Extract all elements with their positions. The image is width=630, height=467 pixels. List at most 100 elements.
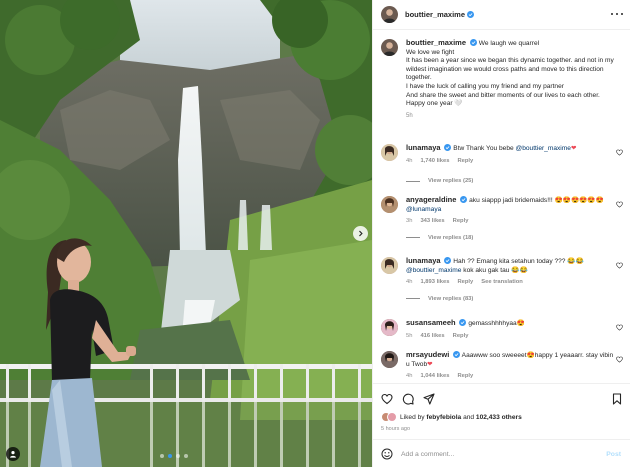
comment-likes[interactable]: 416 likes	[420, 332, 444, 341]
share-button[interactable]	[423, 392, 435, 405]
carousel-dot	[184, 454, 188, 458]
like-button[interactable]	[381, 392, 393, 405]
comment-text: Btw Thank You bebe	[453, 145, 516, 152]
bookmark-icon	[612, 393, 622, 405]
reply-button[interactable]: Reply	[453, 217, 469, 226]
liked-by-user[interactable]: febyfebiola	[426, 414, 461, 421]
liked-by-prefix: Liked by	[400, 413, 427, 421]
comment-time: 3h	[406, 218, 413, 225]
comment-text: gemasshhhhyaa😍	[468, 320, 525, 327]
caption-line: It has been a year since we began this d…	[406, 57, 614, 82]
comment-username[interactable]: mrsayudewi	[406, 350, 449, 359]
comments-list[interactable]: bouttier_maxime We laugh we quarrel We l…	[373, 31, 630, 383]
liked-by-and: and	[463, 413, 475, 421]
add-comment-input[interactable]: Add a comment...	[401, 451, 606, 458]
carousel-dot	[176, 454, 180, 458]
smiley-icon[interactable]	[381, 448, 393, 460]
heart-icon[interactable]	[616, 262, 623, 269]
comment-likes[interactable]: 1,740 likes	[420, 157, 449, 166]
commenter-avatar[interactable]	[381, 351, 398, 368]
comment-item: mrsayudewi Aaawww soo sweeeet😍happy 1 ye…	[381, 350, 625, 381]
post-dialog: bouttier_maxime bouttier_maxime We laugh…	[0, 0, 630, 467]
post-details-panel: bouttier_maxime bouttier_maxime We laugh…	[372, 0, 630, 467]
comment-username[interactable]: susansameeh	[406, 318, 456, 327]
carousel-next-button[interactable]	[353, 226, 368, 241]
comment-button[interactable]	[402, 392, 414, 405]
author-username[interactable]: bouttier_maxime	[405, 10, 465, 19]
person-tag-icon	[10, 451, 16, 458]
caption-username[interactable]: bouttier_maxime	[406, 38, 466, 47]
chevron-right-icon	[359, 230, 363, 237]
comment-bubble-icon	[402, 393, 414, 405]
comment-item: lunamaya Btw Thank You bebe @bouttier_ma…	[381, 143, 625, 184]
comment-meta: 5h 416 likes Reply	[406, 332, 614, 341]
comment-username[interactable]: lunamaya	[406, 143, 441, 152]
caption-line: And share the sweet and bitter moments o…	[406, 91, 600, 99]
reply-button[interactable]: Reply	[453, 332, 469, 341]
paper-plane-icon	[423, 393, 435, 405]
commenter-avatar[interactable]	[381, 319, 398, 336]
more-options-button[interactable]	[611, 10, 623, 18]
heart-icon[interactable]	[616, 201, 623, 208]
comment-text-suffix: kok aku gak tau 😂😂	[461, 266, 528, 274]
carousel-dot	[160, 454, 164, 458]
comment-username[interactable]: lunamaya	[406, 256, 441, 265]
view-replies-button[interactable]: View replies (25)	[406, 178, 625, 184]
comment-meta: 4h 1,044 likes Reply	[406, 372, 614, 381]
tagged-people-button[interactable]	[6, 447, 20, 461]
heart-icon[interactable]	[616, 356, 623, 363]
comment-item: anyageraldine aku siappp jadi bridemaids…	[381, 195, 625, 241]
caption-line: I have the luck of calling you my friend…	[406, 82, 564, 90]
comment-likes[interactable]: 1,893 likes	[420, 278, 449, 287]
add-comment-bar: Add a comment... Post	[373, 439, 630, 467]
comment-time: 4h	[406, 157, 413, 164]
reply-button[interactable]: Reply	[457, 157, 473, 166]
commenter-avatar[interactable]	[381, 257, 398, 274]
waterfall-photo	[0, 0, 372, 467]
verified-badge-icon	[444, 144, 452, 151]
caption-line: Happy one year 🤍	[406, 100, 463, 108]
comment-mention[interactable]: @lunamaya	[406, 206, 441, 213]
likes-total[interactable]: 102,433 others	[476, 414, 522, 421]
more-horizontal-icon	[611, 13, 613, 15]
caption-line: We love we fight	[406, 48, 455, 56]
author-avatar[interactable]	[381, 39, 398, 56]
comment-item: lunamaya Hah ?? Emang kita setahun today…	[381, 256, 625, 302]
comment-mention[interactable]: @bouttier_maxime	[406, 267, 461, 274]
comment-time: 4h	[406, 279, 413, 286]
caption-text: We laugh we quarrel	[478, 40, 540, 47]
comment-text: Hah ?? Emang kita setahun today ??? 😂😂	[453, 258, 584, 265]
heart-icon[interactable]	[616, 324, 623, 331]
commenter-avatar[interactable]	[381, 196, 398, 213]
comment-username[interactable]: anyageraldine	[406, 195, 456, 204]
comment-likes[interactable]: 343 likes	[420, 217, 444, 226]
heart-icon[interactable]	[616, 149, 623, 156]
comment-mention[interactable]: @bouttier_maxime	[516, 145, 571, 152]
comment-text: aku siappp jadi bridemaids!!! 😍😍😍😍😍😍	[469, 197, 604, 204]
author-avatar[interactable]	[381, 6, 398, 23]
verified-badge-icon	[469, 39, 477, 46]
see-translation-button[interactable]: See translation	[481, 278, 523, 287]
comment-meta: 4h 1,740 likes Reply	[406, 157, 614, 166]
liker-avatar	[387, 412, 397, 422]
view-replies-button[interactable]: View replies (18)	[406, 235, 625, 241]
post-caption: bouttier_maxime We laugh we quarrel We l…	[381, 38, 621, 120]
comment-likes[interactable]: 1,044 likes	[420, 372, 449, 381]
reply-button[interactable]: Reply	[457, 372, 473, 381]
carousel-dot-active	[168, 454, 172, 458]
comment-time: 5h	[406, 332, 413, 339]
verified-badge-icon	[460, 196, 468, 203]
verified-badge-icon	[467, 11, 475, 18]
reply-button[interactable]: Reply	[457, 278, 473, 287]
likes-summary[interactable]: Liked by febyfebiola and 102,433 others	[381, 412, 522, 422]
view-replies-button[interactable]: View replies (83)	[406, 296, 625, 302]
post-timestamp: 5 hours ago	[381, 426, 411, 432]
save-button[interactable]	[611, 392, 623, 405]
carousel-indicator	[160, 454, 188, 458]
post-comment-button[interactable]: Post	[606, 451, 621, 458]
post-header: bouttier_maxime	[373, 0, 630, 30]
post-photo[interactable]	[0, 0, 372, 467]
comment-meta: 3h 343 likes Reply	[406, 217, 614, 226]
verified-badge-icon	[444, 257, 452, 264]
commenter-avatar[interactable]	[381, 144, 398, 161]
